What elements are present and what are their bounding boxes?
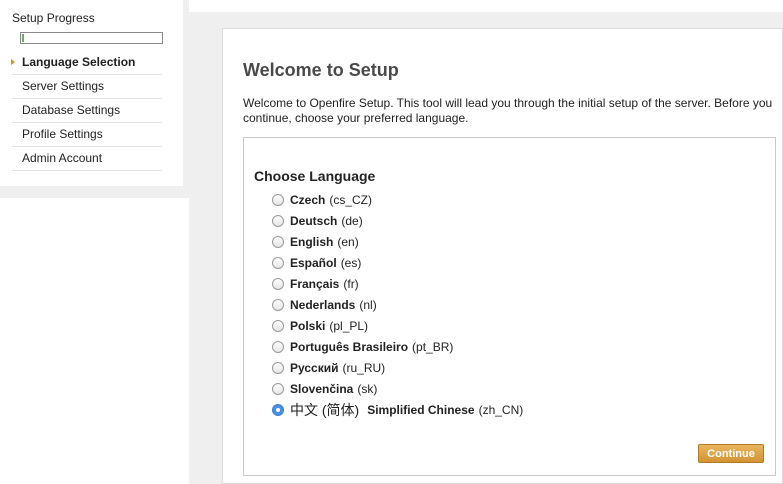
language-code: (cs_CZ) bbox=[329, 192, 373, 207]
language-option[interactable]: Русский (ru_RU) bbox=[272, 357, 523, 378]
sidebar-step-label: Profile Settings bbox=[22, 127, 103, 141]
setup-progress-fill bbox=[22, 34, 24, 42]
language-option[interactable]: Slovenčina (sk) bbox=[272, 378, 523, 399]
language-name: Deutsch bbox=[290, 213, 338, 228]
language-name: Czech bbox=[290, 192, 326, 207]
setup-progress-title: Setup Progress bbox=[12, 11, 95, 25]
page-title: Welcome to Setup bbox=[243, 60, 399, 80]
sidebar-step-label: Admin Account bbox=[22, 151, 103, 165]
language-radio[interactable] bbox=[272, 319, 284, 332]
sidebar-step-label: Server Settings bbox=[22, 79, 105, 93]
language-radio[interactable] bbox=[272, 403, 284, 416]
language-name: Português Brasileiro bbox=[290, 339, 409, 354]
setup-steps-list: Language Selection Server Settings Databas… bbox=[11, 51, 162, 171]
choose-language-heading: Choose Language bbox=[254, 168, 376, 184]
sidebar-step-language-selection: Language Selection bbox=[11, 51, 162, 75]
language-list: Czech (cs_CZ) Deutsch (de) English (en) Españo… bbox=[272, 189, 523, 420]
language-radio[interactable] bbox=[272, 235, 284, 248]
language-code: (sk) bbox=[357, 381, 378, 396]
language-code: (fr) bbox=[343, 276, 359, 291]
language-option[interactable]: 中文 (简体) Simplified Chinese (zh_CN) bbox=[272, 399, 523, 420]
language-option[interactable]: Português Brasileiro (pt_BR) bbox=[272, 336, 523, 357]
language-code: (nl) bbox=[359, 297, 377, 312]
language-name: Polski bbox=[290, 318, 326, 333]
language-option[interactable]: English (en) bbox=[272, 231, 523, 252]
language-code: (en) bbox=[337, 234, 359, 249]
language-radio[interactable] bbox=[272, 214, 284, 227]
language-option[interactable]: Polski (pl_PL) bbox=[272, 315, 523, 336]
language-option[interactable]: Français (fr) bbox=[272, 273, 523, 294]
sidebar-step-profile-settings: Profile Settings bbox=[12, 123, 162, 147]
intro-text: Welcome to Openfire Setup. This tool wil… bbox=[243, 96, 773, 125]
current-step-arrow-icon bbox=[11, 59, 15, 65]
language-radio[interactable] bbox=[272, 193, 284, 206]
language-code: (pt_BR) bbox=[412, 339, 454, 354]
language-code: (ru_RU) bbox=[342, 360, 386, 375]
language-option[interactable]: Deutsch (de) bbox=[272, 210, 523, 231]
sidebar-step-server-settings: Server Settings bbox=[12, 75, 162, 99]
sidebar-step-database-settings: Database Settings bbox=[12, 99, 162, 123]
language-code: (zh_CN) bbox=[478, 402, 524, 417]
language-radio[interactable] bbox=[272, 340, 284, 353]
language-name: Slovenčina bbox=[290, 381, 354, 396]
language-native-name: 中文 (简体) bbox=[290, 401, 360, 418]
language-radio[interactable] bbox=[272, 256, 284, 269]
language-name: Simplified Chinese bbox=[367, 402, 475, 417]
language-code: (pl_PL) bbox=[329, 318, 369, 333]
language-radio[interactable] bbox=[272, 382, 284, 395]
language-code: (de) bbox=[341, 213, 363, 228]
language-name: English bbox=[290, 234, 334, 249]
language-name: Nederlands bbox=[290, 297, 356, 312]
language-option[interactable]: Czech (cs_CZ) bbox=[272, 189, 523, 210]
sidebar: Setup Progress Language Selection Server … bbox=[0, 0, 183, 186]
sidebar-step-admin-account: Admin Account bbox=[12, 147, 162, 171]
language-code: (es) bbox=[340, 255, 362, 270]
language-radio[interactable] bbox=[272, 277, 284, 290]
language-option[interactable]: Español (es) bbox=[272, 252, 523, 273]
language-option[interactable]: Nederlands (nl) bbox=[272, 294, 523, 315]
language-radio[interactable] bbox=[272, 298, 284, 311]
language-radio[interactable] bbox=[272, 361, 284, 374]
language-name: Français bbox=[290, 276, 340, 291]
language-name: Español bbox=[290, 255, 337, 270]
sidebar-step-label: Database Settings bbox=[22, 103, 121, 117]
language-name: Русский bbox=[290, 360, 339, 375]
continue-button[interactable]: Continue bbox=[698, 444, 764, 463]
setup-progress-bar bbox=[20, 32, 163, 44]
sidebar-step-label: Language Selection bbox=[22, 55, 136, 69]
